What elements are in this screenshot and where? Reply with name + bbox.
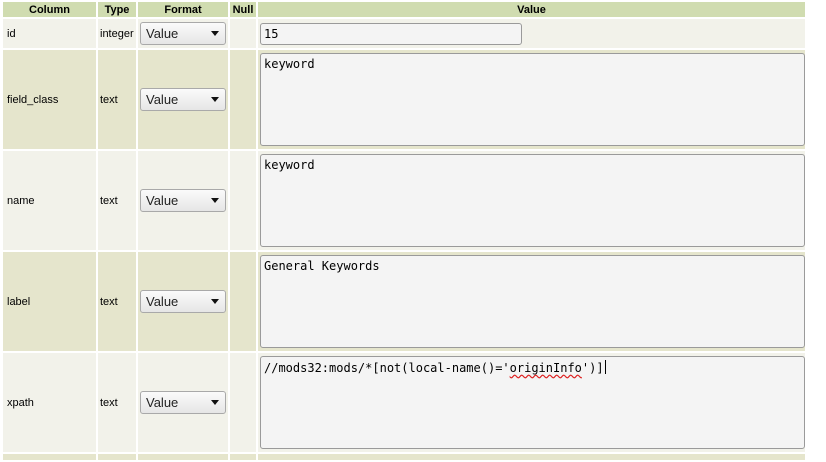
- column-name: name: [3, 151, 96, 250]
- format-select[interactable]: Value: [140, 88, 226, 111]
- null-cell: [230, 252, 256, 351]
- misspelled-word: originInfo: [509, 361, 582, 375]
- chevron-down-icon: [211, 97, 219, 102]
- format-select-value: Value: [146, 294, 179, 309]
- table-row: name text Value keyword: [3, 151, 805, 250]
- null-cell: [230, 353, 256, 452]
- null-cell: [230, 19, 256, 48]
- xpath-text: //mods32:mods/*[not(local-name()=': [264, 361, 510, 375]
- format-select-value: Value: [146, 193, 179, 208]
- null-cell: [230, 50, 256, 149]
- column-name: field_class: [3, 50, 96, 149]
- null-cell: [230, 151, 256, 250]
- table-row: label text Value General Keywords: [3, 252, 805, 351]
- column-type: integer: [98, 19, 136, 48]
- header-format: Format: [138, 2, 228, 17]
- column-type: text: [98, 353, 136, 452]
- column-type: text: [98, 50, 136, 149]
- xpath-text-end: ')]: [581, 361, 604, 375]
- column-type: text: [98, 252, 136, 351]
- column-name: label: [3, 252, 96, 351]
- value-textarea[interactable]: //mods32:mods/*[not(local-name()='origin…: [260, 356, 805, 449]
- format-select-value: Value: [146, 92, 179, 107]
- value-input[interactable]: 15: [260, 22, 522, 45]
- format-select[interactable]: Value: [140, 189, 226, 212]
- format-select[interactable]: Value: [140, 391, 226, 414]
- column-name: id: [3, 19, 96, 48]
- chevron-down-icon: [211, 400, 219, 405]
- header-type: Type: [98, 2, 136, 17]
- header-value: Value: [258, 2, 805, 17]
- header-null: Null: [230, 2, 256, 17]
- format-select[interactable]: Value: [140, 290, 226, 313]
- table-row: id integer Value 15: [3, 19, 805, 48]
- text-cursor: [604, 360, 606, 374]
- format-select-value: Value: [146, 395, 179, 410]
- value-textarea[interactable]: keyword: [260, 53, 805, 146]
- column-type: text: [98, 151, 136, 250]
- format-select-value: Value: [146, 26, 179, 41]
- column-name: xpath: [3, 353, 96, 452]
- table-row: xpath text Value //mods32:mods/*[not(loc…: [3, 353, 805, 452]
- chevron-down-icon: [211, 299, 219, 304]
- chevron-down-icon: [211, 31, 219, 36]
- format-select[interactable]: Value: [140, 22, 226, 45]
- value-textarea[interactable]: keyword: [260, 154, 805, 247]
- chevron-down-icon: [211, 198, 219, 203]
- value-textarea[interactable]: General Keywords: [260, 255, 805, 348]
- header-column: Column: [3, 2, 96, 17]
- edit-row-table: Column Type Format Null Value id integer…: [1, 0, 807, 462]
- table-row: [3, 454, 805, 460]
- table-row: field_class text Value keyword: [3, 50, 805, 149]
